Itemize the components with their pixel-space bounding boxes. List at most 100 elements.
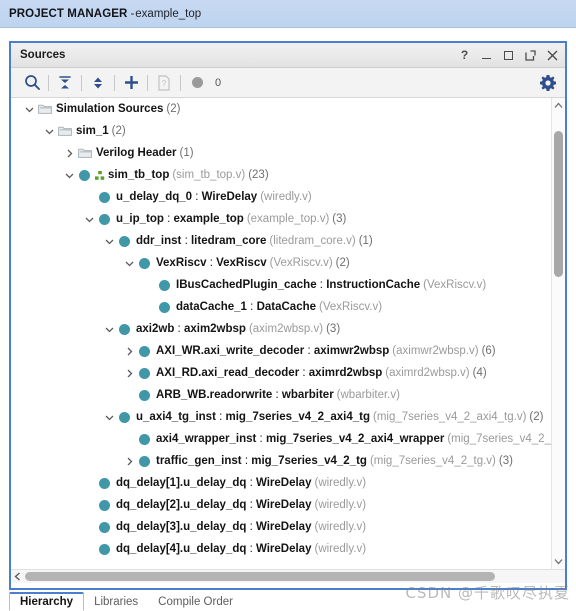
tree-row[interactable]: Simulation Sources (2)	[11, 98, 551, 120]
tree-row[interactable]: Verilog Header (1)	[11, 142, 551, 164]
tree-node-name: VexRiscv	[156, 257, 207, 269]
chevron-down-icon[interactable]	[63, 164, 76, 186]
module-dot-icon	[116, 318, 133, 340]
tree-row[interactable]: sim_1 (2)	[11, 120, 551, 142]
chevron-right-icon[interactable]	[123, 362, 136, 384]
tree-row[interactable]: axi4_wrapper_inst : mig_7series_v4_2_axi…	[11, 428, 551, 450]
tree-row[interactable]: u_ip_top : example_top (example_top.v) (3)	[11, 208, 551, 230]
help-icon[interactable]: ?	[458, 49, 471, 62]
chevron-down-icon[interactable]	[83, 208, 96, 230]
chevron-right-icon[interactable]	[123, 450, 136, 472]
tab-hierarchy[interactable]: Hierarchy	[9, 592, 85, 611]
tree-node-colon: :	[316, 279, 327, 291]
tree-node-file: (example_top.v)	[246, 213, 330, 225]
tab-compile-order[interactable]: Compile Order	[148, 592, 243, 611]
tree-node-file: (axim2wbsp.v)	[248, 323, 324, 335]
scroll-left-icon[interactable]	[11, 570, 24, 583]
tree-row[interactable]: AXI_RD.axi_read_decoder : aximrd2wbsp (ax…	[11, 362, 551, 384]
tree-row-label: axi2wb : axim2wbsp (axim2wbsp.v) (3)	[136, 323, 340, 335]
tree-node-name: axi4_wrapper_inst	[156, 433, 257, 445]
tree-node-type: aximwr2wbsp	[313, 345, 390, 357]
tree-node-file: (wbarbiter.v)	[336, 389, 400, 401]
project-name: example_top	[135, 7, 202, 20]
tree-row[interactable]: dq_delay[3].u_delay_dq : WireDelay (wired…	[11, 516, 551, 538]
chevron-down-icon[interactable]	[103, 318, 116, 340]
tree-node-name: traffic_gen_inst	[156, 455, 242, 467]
tree-row[interactable]: dataCache_1 : DataCache (VexRiscv.v)	[11, 296, 551, 318]
maximize-icon[interactable]	[502, 49, 515, 62]
tree-row[interactable]: ARB_WB.readorwrite : wbarbiter (wbarbiter…	[11, 384, 551, 406]
tree-node-file: (wiredly.v)	[314, 477, 367, 489]
tree-node-file: (litedram_core.v)	[269, 235, 356, 247]
tree-node-type: VexRiscv	[216, 257, 267, 269]
tree-row[interactable]: ddr_inst : litedram_core (litedram_core.v…	[11, 230, 551, 252]
tree-row-label: dq_delay[3].u_delay_dq : WireDelay (wired…	[116, 521, 366, 533]
float-icon[interactable]	[524, 49, 537, 62]
tree-row[interactable]: dq_delay[4].u_delay_dq : WireDelay (wired…	[11, 538, 551, 560]
search-icon[interactable]	[19, 70, 45, 96]
module-dot-icon	[96, 494, 113, 516]
scroll-down-icon[interactable]	[552, 554, 565, 569]
minimize-icon[interactable]	[480, 49, 493, 62]
tree-row[interactable]: IBusCachedPlugin_cache : InstructionCach…	[11, 274, 551, 296]
horizontal-scrollbar[interactable]	[11, 569, 565, 583]
add-sources-icon[interactable]	[118, 70, 144, 96]
tree-row[interactable]: traffic_gen_inst : mig_7series_v4_2_tg (m…	[11, 450, 551, 472]
tree-node-colon: :	[256, 433, 266, 445]
chevron-right-icon[interactable]	[123, 340, 136, 362]
sources-tree-area: Simulation Sources (2) sim_1 (2) Verilog Hea…	[11, 98, 565, 569]
chevron-down-icon[interactable]	[103, 230, 116, 252]
sources-toolbar: ? 0	[11, 68, 565, 98]
tree-node-name: ARB_WB.readorwrite	[156, 389, 273, 401]
tree-row[interactable]: sim_tb_top (sim_tb_top.v) (23)	[11, 164, 551, 186]
tree-row-label: dataCache_1 : DataCache (VexRiscv.v)	[176, 301, 382, 313]
close-icon[interactable]	[546, 49, 559, 62]
tree-row[interactable]: axi2wb : axim2wbsp (axim2wbsp.v) (3)	[11, 318, 551, 340]
tree-row[interactable]: VexRiscv : VexRiscv (VexRiscv.v) (2)	[11, 252, 551, 274]
module-dot-icon	[136, 428, 153, 450]
tree-row-label: sim_tb_top (sim_tb_top.v) (23)	[108, 169, 269, 181]
tree-row-label: axi4_wrapper_inst : mig_7series_v4_2_axi…	[156, 433, 551, 445]
tree-node-file: (aximrd2wbsp.v)	[385, 367, 470, 379]
tree-node-name: u_ip_top	[116, 213, 164, 225]
module-dot-icon	[136, 362, 153, 384]
expand-all-icon[interactable]	[85, 70, 111, 96]
hierarchy-badge-icon	[94, 164, 105, 186]
tree-node-colon: :	[246, 477, 256, 489]
tree-node-count: (1)	[179, 147, 194, 159]
chevron-down-icon[interactable]	[23, 98, 36, 120]
tree-node-name: sim_1	[76, 125, 109, 137]
chevron-down-icon[interactable]	[43, 120, 56, 142]
tree-row-label: ARB_WB.readorwrite : wbarbiter (wbarbiter…	[156, 389, 400, 401]
tree-row[interactable]: dq_delay[1].u_delay_dq : WireDelay (wired…	[11, 472, 551, 494]
report-icon: ?	[151, 70, 177, 96]
tree-node-type: InstructionCache	[326, 279, 421, 291]
tree-row[interactable]: AXI_WR.axi_write_decoder : aximwr2wbsp (a…	[11, 340, 551, 362]
tree-row[interactable]: u_axi4_tg_inst : mig_7series_v4_2_axi4_t…	[11, 406, 551, 428]
message-status-dot	[184, 70, 210, 96]
tree-node-name: u_delay_dq_0	[116, 191, 193, 203]
collapse-all-icon[interactable]	[52, 70, 78, 96]
settings-button[interactable]	[540, 68, 556, 98]
tree-node-file: (aximwr2wbsp.v)	[392, 345, 479, 357]
tree-row[interactable]: u_delay_dq_0 : WireDelay (wiredly.v)	[11, 186, 551, 208]
tree-node-type: example_top	[173, 213, 244, 225]
module-dot-icon	[136, 340, 153, 362]
toolbar-divider	[147, 74, 148, 91]
chevron-right-icon[interactable]	[63, 142, 76, 164]
tree-row-label: u_axi4_tg_inst : mig_7series_v4_2_axi4_t…	[136, 411, 543, 423]
vertical-scrollbar[interactable]	[551, 98, 565, 569]
chevron-down-icon[interactable]	[103, 406, 116, 428]
tree-row-label: AXI_RD.axi_read_decoder : aximrd2wbsp (ax…	[156, 367, 487, 379]
scroll-up-icon[interactable]	[552, 98, 565, 113]
tree-row[interactable]: dq_delay[2].u_delay_dq : WireDelay (wired…	[11, 494, 551, 516]
sources-tree[interactable]: Simulation Sources (2) sim_1 (2) Verilog Hea…	[11, 98, 551, 569]
tree-node-type: mig_7series_v4_2_tg	[251, 455, 367, 467]
tree-node-colon: :	[246, 521, 256, 533]
tree-node-colon: :	[246, 543, 256, 555]
tab-libraries[interactable]: Libraries	[84, 592, 148, 611]
chevron-down-icon[interactable]	[123, 252, 136, 274]
vertical-scroll-thumb[interactable]	[554, 131, 563, 277]
horizontal-scroll-thumb[interactable]	[25, 572, 495, 581]
tree-node-colon: :	[246, 499, 256, 511]
